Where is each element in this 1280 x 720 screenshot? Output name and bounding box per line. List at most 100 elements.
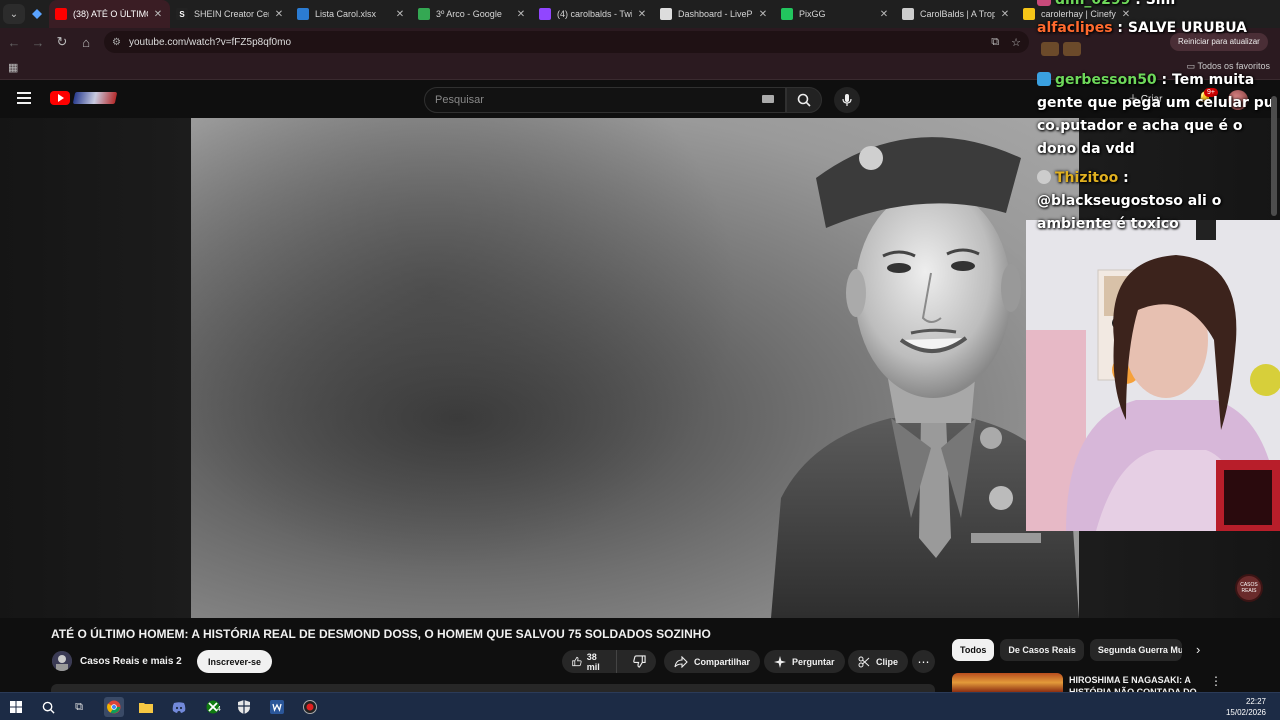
start-button[interactable] <box>6 697 26 717</box>
tab-title: 3º Arco - Google <box>436 9 502 19</box>
pinned-tab-icon <box>32 9 42 19</box>
install-icon[interactable]: ⧉ <box>991 36 999 49</box>
chat-badge-icon <box>1037 72 1051 86</box>
word-icon[interactable] <box>267 697 287 717</box>
channel-name[interactable]: Casos Reais e mais 2 <box>80 656 182 667</box>
pinned-tab[interactable] <box>25 0 49 28</box>
tab-search-button[interactable]: ⌄ <box>3 4 25 24</box>
like-dislike-group: 38 mil <box>562 650 656 673</box>
tab-close-icon[interactable]: ✕ <box>999 9 1011 20</box>
voice-search-button[interactable] <box>834 87 860 113</box>
tab-title: (4) carolbalds - Twi <box>557 9 632 19</box>
streamer-webcam <box>1026 220 1280 531</box>
microphone-icon <box>842 94 852 106</box>
search-input[interactable]: Pesquisar <box>424 87 786 113</box>
ask-label: Perguntar <box>792 656 835 667</box>
browser-tab[interactable]: Lista Carol.xlsx ✕ <box>291 0 412 28</box>
browser-tab[interactable]: (38) ATÉ O ÚLTIMO H ✕ <box>49 0 170 28</box>
tab-close-icon[interactable]: ✕ <box>152 9 164 20</box>
tab-close-icon[interactable]: ✕ <box>878 9 890 20</box>
share-button[interactable]: Compartilhar <box>664 650 761 673</box>
browser-tab[interactable]: S SHEIN Creator Cent ✕ <box>170 0 291 28</box>
clock-date: 15/02/2026 <box>1225 708 1266 717</box>
menu-icon[interactable] <box>17 92 31 104</box>
channel-avatar[interactable] <box>52 651 72 671</box>
chrome-icon <box>107 700 121 714</box>
address-bar[interactable]: ⚙ youtube.com/watch?v=fFZ5p8qf0mo ⧉ ☆ <box>104 31 1029 53</box>
more-actions-button[interactable]: ⋯ <box>912 650 935 673</box>
chrome-taskbar-icon[interactable] <box>104 697 124 717</box>
streaming-app-icon[interactable] <box>300 697 320 717</box>
taskbar-search-icon[interactable] <box>38 697 58 717</box>
description-box[interactable] <box>51 684 935 692</box>
bookmark-star-icon[interactable]: ☆ <box>1011 36 1021 49</box>
forward-button[interactable]: → <box>26 30 50 54</box>
security-shield-icon[interactable] <box>234 697 254 717</box>
browser-tab[interactable]: 3º Arco - Google ✕ <box>412 0 533 28</box>
browser-tab[interactable]: Dashboard - LivePix ✕ <box>654 0 775 28</box>
alien-emote-icon <box>1037 170 1051 184</box>
back-button[interactable]: ← <box>2 30 26 54</box>
video-player[interactable] <box>191 118 1079 618</box>
tab-close-icon[interactable]: ✕ <box>273 9 285 20</box>
system-clock[interactable]: 22:27 15/02/2026 <box>1226 696 1266 718</box>
clip-button[interactable]: Clipe <box>848 650 909 673</box>
chip-channel[interactable]: De Casos Reais <box>1000 639 1084 661</box>
keyboard-icon[interactable] <box>762 95 774 103</box>
tab-close-icon[interactable]: ✕ <box>515 9 527 20</box>
record-icon <box>303 700 317 714</box>
subscribe-button[interactable]: Inscrever-se <box>197 650 273 673</box>
stream-chat-overlay: dim_0299 : Sim alfaclipes : SALVE URUBUA… <box>1030 0 1280 232</box>
recommended-more-icon[interactable]: ⋮ <box>1210 674 1222 688</box>
windows-logo-icon <box>10 701 22 713</box>
home-button[interactable]: ⌂ <box>74 30 98 54</box>
tab-close-icon[interactable]: ✕ <box>757 9 769 20</box>
chip-all[interactable]: Todos <box>952 639 995 661</box>
tab-title: Lista Carol.xlsx <box>315 9 377 19</box>
tab-list: (38) ATÉ O ÚLTIMO H ✕ S SHEIN Creator Cent ✕… <box>49 0 1138 28</box>
shield-icon <box>238 700 250 714</box>
chips-next-chevron-icon[interactable]: › <box>1196 642 1200 657</box>
recommended-video-thumbnail[interactable] <box>952 673 1063 692</box>
tab-title: CarolBalds | A Tropa <box>920 9 995 19</box>
thumbs-down-icon <box>633 655 646 668</box>
related-filter-chips: Todos De Casos Reais Segunda Guerra Mun <box>952 639 1182 661</box>
ask-button[interactable]: Perguntar <box>764 650 845 673</box>
apps-grid-icon[interactable]: ▦ <box>8 61 18 74</box>
task-view-icon[interactable]: ⧉ <box>69 697 89 717</box>
scrollbar-thumb[interactable] <box>1271 96 1277 216</box>
windows-taskbar: ⧉ 4 22:27 15/02/2026 <box>0 692 1280 720</box>
like-button[interactable]: 38 mil <box>562 650 617 673</box>
youtube-logo-icon[interactable] <box>50 91 70 105</box>
search-button[interactable] <box>786 87 822 113</box>
reload-button[interactable]: ↻ <box>50 30 74 54</box>
chat-username: Thizitoo <box>1055 170 1119 186</box>
dislike-button[interactable] <box>623 650 656 673</box>
tab-favicon-icon <box>902 8 914 20</box>
xbox-icon[interactable]: 4 <box>203 697 223 717</box>
chat-badge-icon <box>1037 0 1051 6</box>
file-explorer-icon[interactable] <box>136 697 156 717</box>
chat-text: : SALVE URUBUA <box>1112 20 1248 36</box>
webcam-scene <box>1026 220 1280 531</box>
tab-favicon-icon <box>55 8 67 20</box>
tab-title: PixGG <box>799 9 826 19</box>
tab-favicon-icon <box>781 8 793 20</box>
chip-topic[interactable]: Segunda Guerra Mun <box>1089 639 1182 661</box>
chat-message: Thizitoo : @blackseugostoso ali o ambien… <box>1037 167 1277 236</box>
tab-close-icon[interactable]: ✕ <box>394 9 406 20</box>
search-icon <box>42 701 55 714</box>
browser-tab[interactable]: PixGG ✕ <box>775 0 896 28</box>
tab-favicon-icon <box>539 8 551 20</box>
youtube-doodle-logo[interactable] <box>72 92 118 104</box>
channel-watermark[interactable]: CASOS REAIS <box>1235 574 1263 602</box>
tab-title: (38) ATÉ O ÚLTIMO H <box>73 9 148 19</box>
browser-tab[interactable]: CarolBalds | A Tropa ✕ <box>896 0 1017 28</box>
discord-icon[interactable] <box>169 697 189 717</box>
site-info-icon[interactable]: ⚙ <box>112 37 121 48</box>
tab-favicon-icon <box>660 8 672 20</box>
page-scrollbar[interactable] <box>1270 88 1278 618</box>
browser-tab[interactable]: (4) carolbalds - Twi ✕ <box>533 0 654 28</box>
tab-close-icon[interactable]: ✕ <box>636 9 648 20</box>
chat-username: alfaclipes <box>1037 20 1113 36</box>
